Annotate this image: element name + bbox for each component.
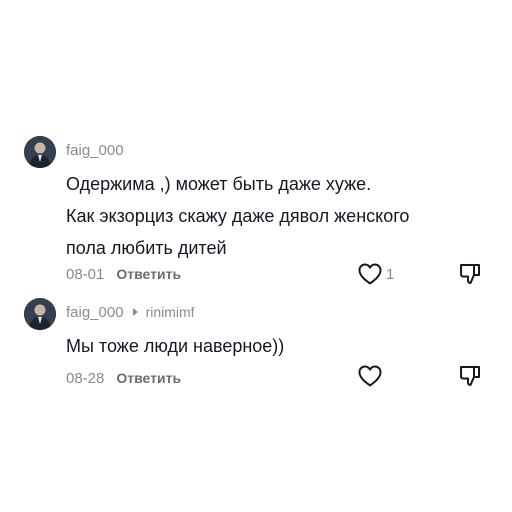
thumbs-down-icon	[460, 264, 480, 284]
comment-text-line: Одержима ,) может быть даже хуже.	[66, 174, 372, 194]
comment-text: Мы тоже люди наверное))	[66, 330, 506, 362]
comment-header: faig_000	[66, 140, 124, 160]
avatar[interactable]	[24, 136, 56, 168]
comment-text-line: Как экзорциз скажу даже дявол женского	[66, 206, 410, 226]
username-link[interactable]: faig_000	[66, 142, 124, 159]
comment-meta: 08-01 Ответить	[66, 264, 181, 284]
comment-text-line: пола любить дитей	[66, 238, 227, 258]
dislike-button[interactable]	[458, 364, 482, 388]
reply-to-username[interactable]: rinimimf	[146, 304, 195, 320]
username-link[interactable]: faig_000	[66, 304, 124, 321]
comment-text: Одержима ,) может быть даже хуже. Как эк…	[66, 168, 506, 264]
comment-meta: 08-28 Ответить	[66, 368, 181, 388]
like-count: 1	[386, 265, 395, 283]
comment-text-line: Мы тоже люди наверное))	[66, 336, 285, 356]
reply-button[interactable]: Ответить	[116, 266, 181, 282]
thumbs-down-icon	[460, 366, 480, 386]
like-button[interactable]	[357, 364, 386, 388]
comment-date: 08-01	[66, 265, 105, 283]
heart-outline-icon	[358, 263, 382, 285]
heart-outline-icon	[358, 365, 382, 387]
comment-date: 08-28	[66, 369, 105, 387]
reply-button[interactable]: Ответить	[116, 370, 181, 386]
comment-header: faig_000 rinimimf	[66, 302, 195, 322]
like-button[interactable]: 1	[357, 262, 394, 286]
dislike-button[interactable]	[458, 262, 482, 286]
reply-arrow-icon	[132, 308, 138, 316]
avatar[interactable]	[24, 298, 56, 330]
